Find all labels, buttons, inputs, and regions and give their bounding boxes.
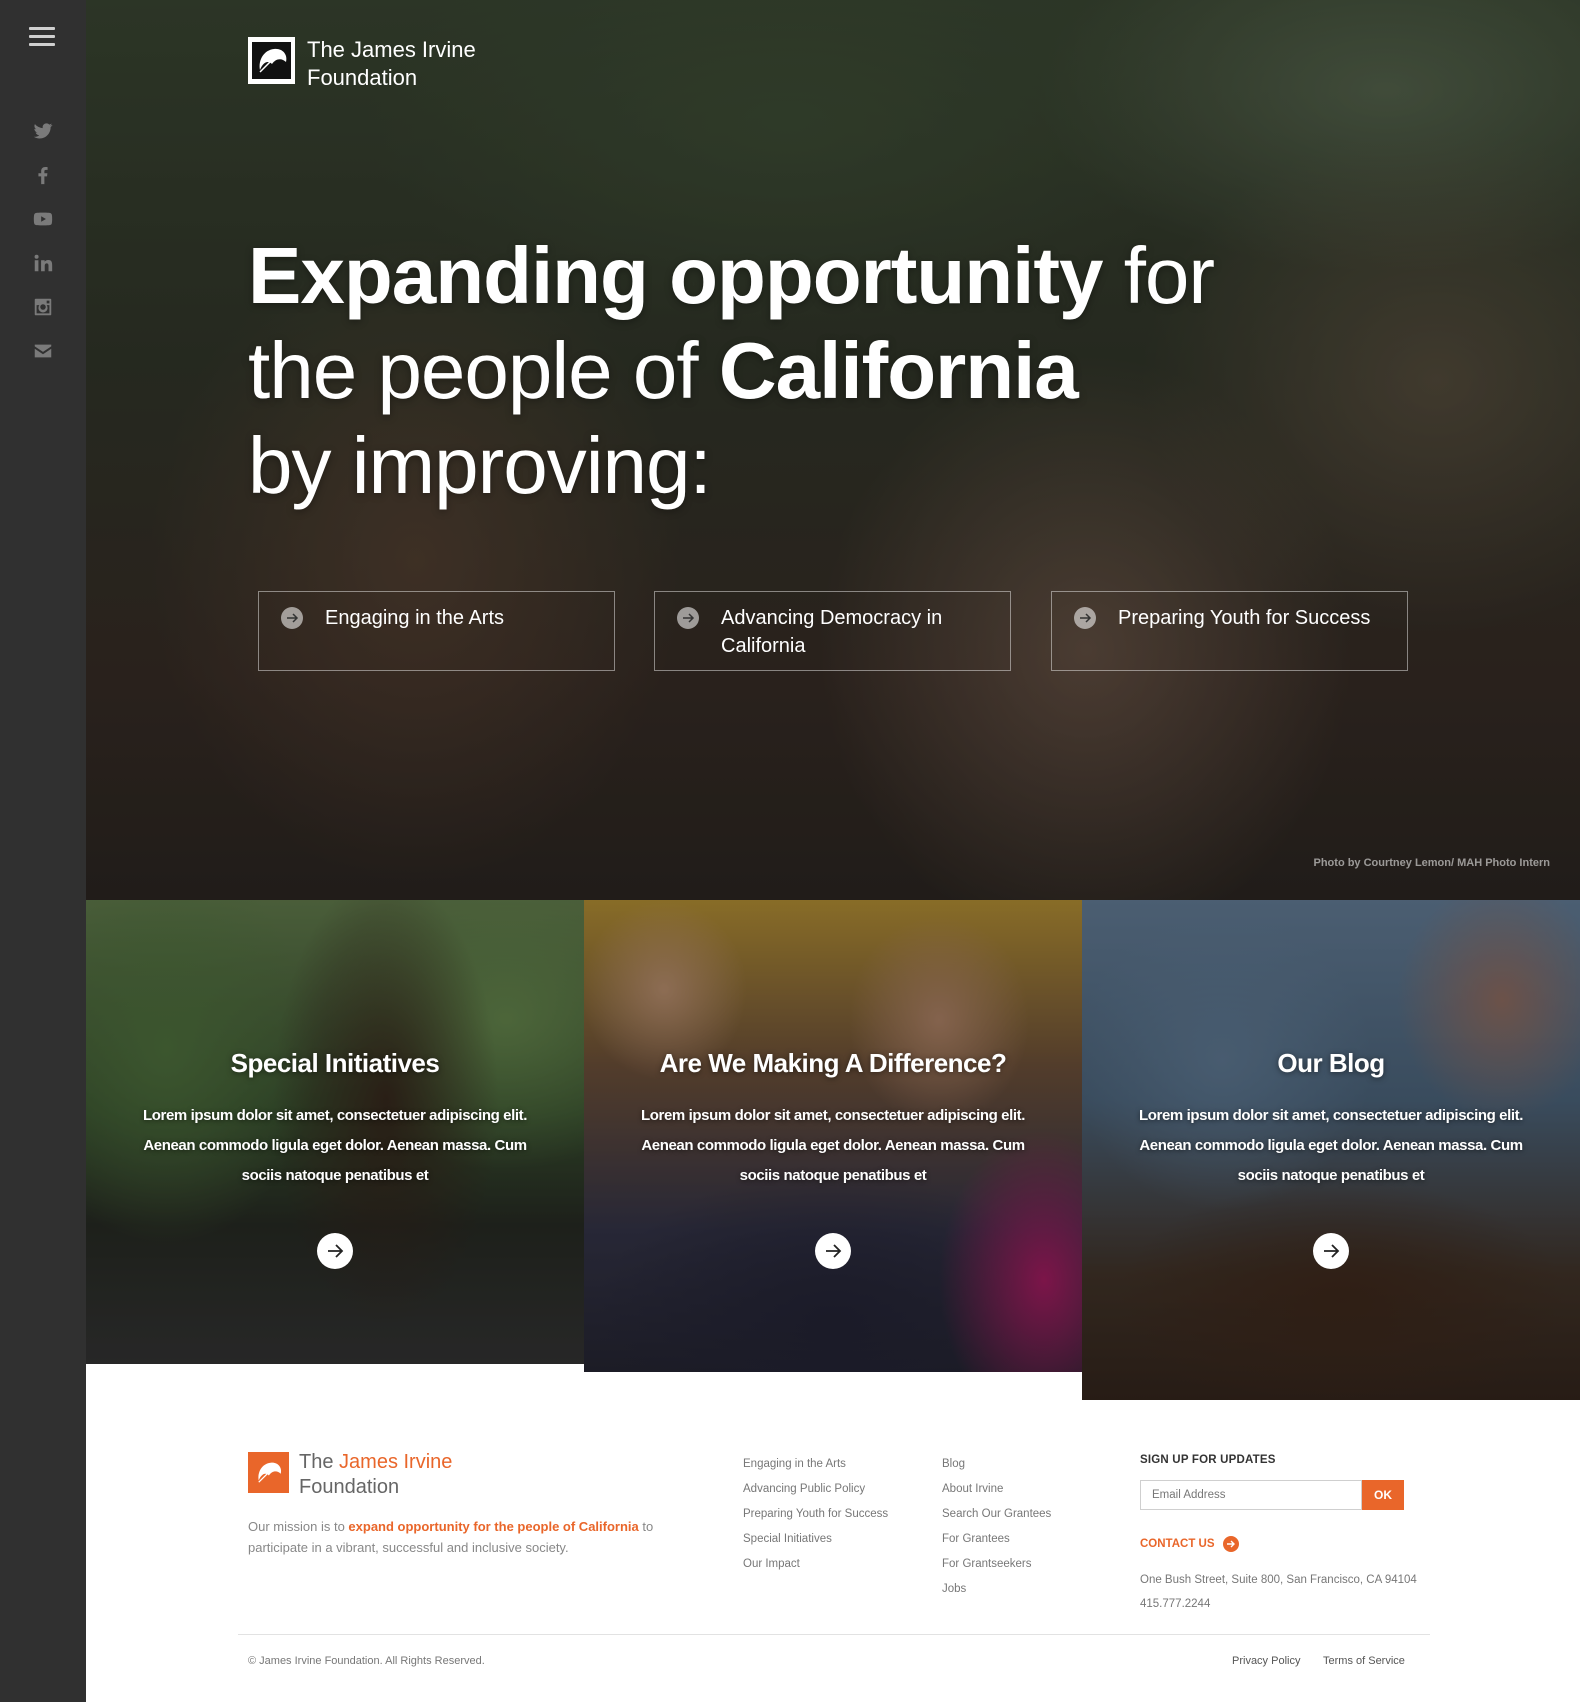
street-address: One Bush Street, Suite 800, San Francisc… [1140, 1574, 1417, 1586]
mission-highlight: expand opportunity for the people of Cal… [348, 1519, 639, 1534]
arrow-right-icon[interactable] [815, 1233, 851, 1269]
privacy-policy-link[interactable]: Privacy Policy [1232, 1655, 1300, 1667]
arrow-right-icon [281, 607, 303, 629]
poppy-logo-icon [248, 37, 295, 84]
focus-area-label: Engaging in the Arts [325, 607, 505, 629]
tile-body: Lorem ipsum dolor sit amet, consectetuer… [641, 1107, 1025, 1184]
focus-area-democracy[interactable]: Advancing Democracy in California [654, 591, 1011, 671]
email-icon[interactable] [0, 340, 86, 367]
signup-title: SIGN UP FOR UPDATES [1140, 1454, 1276, 1466]
tile-body: Lorem ipsum dolor sit amet, consectetuer… [1139, 1107, 1523, 1184]
footer-link[interactable]: Advancing Public Policy [743, 1477, 888, 1502]
copyright: © James Irvine Foundation. All Rights Re… [248, 1655, 485, 1667]
arrow-right-icon [1074, 607, 1096, 629]
logo-line-2: Foundation [307, 65, 418, 90]
focus-area-arts[interactable]: Engaging in the Arts [258, 591, 615, 671]
tile-special-initiatives[interactable]: Special Initiatives Lorem ipsum dolor si… [86, 900, 584, 1364]
footer-link[interactable]: Blog [942, 1452, 1051, 1477]
tile-making-difference[interactable]: Are We Making A Difference? Lorem ipsum … [584, 900, 1082, 1372]
headline-text-1: for [1102, 231, 1215, 320]
headline-text-3: by improving: [248, 421, 712, 510]
headline-bold-1: Expanding opportunity [248, 231, 1103, 320]
poppy-logo-icon [248, 1452, 289, 1493]
instagram-icon[interactable] [0, 296, 86, 323]
focus-area-youth[interactable]: Preparing Youth for Success [1051, 591, 1408, 671]
footer-link[interactable]: About Irvine [942, 1477, 1051, 1502]
footer-link[interactable]: For Grantees [942, 1527, 1051, 1552]
arrow-right-icon[interactable] [317, 1233, 353, 1269]
footer-logo-line-2: Foundation [299, 1476, 400, 1498]
focus-area-label: Preparing Youth for Success [1118, 607, 1371, 629]
arrow-right-icon [677, 607, 699, 629]
sidebar [0, 0, 86, 1702]
contact-us-link[interactable]: CONTACT US [1140, 1536, 1239, 1552]
hero-section: The James Irvine Foundation Expanding op… [86, 0, 1580, 900]
headline-bold-2: California [718, 326, 1079, 415]
address: One Bush Street, Suite 800, San Francisc… [1140, 1568, 1417, 1616]
logo-line-1: The James Irvine [307, 37, 476, 62]
footer-links-general: Blog About Irvine Search Our Grantees Fo… [942, 1452, 1051, 1602]
headline-text-2: the people of [248, 326, 719, 415]
footer-link[interactable]: Search Our Grantees [942, 1502, 1051, 1527]
focus-area-label: Advancing Democracy in California [721, 607, 943, 657]
tile-body: Lorem ipsum dolor sit amet, consectetuer… [143, 1107, 527, 1184]
footer-link[interactable]: Engaging in the Arts [743, 1452, 888, 1477]
foundation-logo[interactable]: The James Irvine Foundation [248, 36, 476, 92]
footer-logo[interactable]: The James Irvine Foundation [248, 1450, 452, 1500]
youtube-icon[interactable] [0, 208, 86, 235]
tile-title: Special Initiatives [230, 1048, 440, 1078]
hero-headline: Expanding opportunity for the people of … [248, 228, 1248, 513]
footer-divider [238, 1634, 1430, 1635]
arrow-right-icon [1222, 1536, 1239, 1552]
footer-links-programs: Engaging in the Arts Advancing Public Po… [743, 1452, 888, 1577]
hamburger-menu-icon[interactable] [29, 27, 55, 49]
footer-link[interactable]: Our Impact [743, 1552, 888, 1577]
terms-of-service-link[interactable]: Terms of Service [1323, 1655, 1405, 1667]
footer: The James Irvine Foundation Our mission … [86, 1400, 1580, 1702]
footer-link[interactable]: Special Initiatives [743, 1527, 888, 1552]
footer-logo-name: James Irvine [339, 1451, 453, 1473]
phone-number: 415.777.2244 [1140, 1598, 1211, 1610]
tile-our-blog[interactable]: Our Blog Lorem ipsum dolor sit amet, con… [1082, 900, 1580, 1400]
feature-tiles: Special Initiatives Lorem ipsum dolor si… [86, 900, 1580, 1400]
linkedin-icon[interactable] [0, 252, 86, 279]
email-field[interactable] [1140, 1480, 1362, 1510]
tile-title: Our Blog [1277, 1048, 1385, 1078]
facebook-icon[interactable] [0, 164, 86, 191]
twitter-icon[interactable] [0, 120, 86, 147]
photo-credit: Photo by Courtney Lemon/ MAH Photo Inter… [1313, 857, 1551, 869]
footer-link[interactable]: For Grantseekers [942, 1552, 1051, 1577]
mission-statement: Our mission is to expand opportunity for… [248, 1516, 668, 1558]
footer-link[interactable]: Preparing Youth for Success [743, 1502, 888, 1527]
contact-label: CONTACT US [1140, 1538, 1215, 1550]
mission-pre: Our mission is to [248, 1519, 349, 1534]
signup-ok-button[interactable]: OK [1362, 1480, 1404, 1510]
footer-link[interactable]: Jobs [942, 1577, 1051, 1602]
tile-title: Are We Making A Difference? [659, 1048, 1007, 1078]
arrow-right-icon[interactable] [1313, 1233, 1349, 1269]
footer-logo-the: The [299, 1451, 340, 1473]
